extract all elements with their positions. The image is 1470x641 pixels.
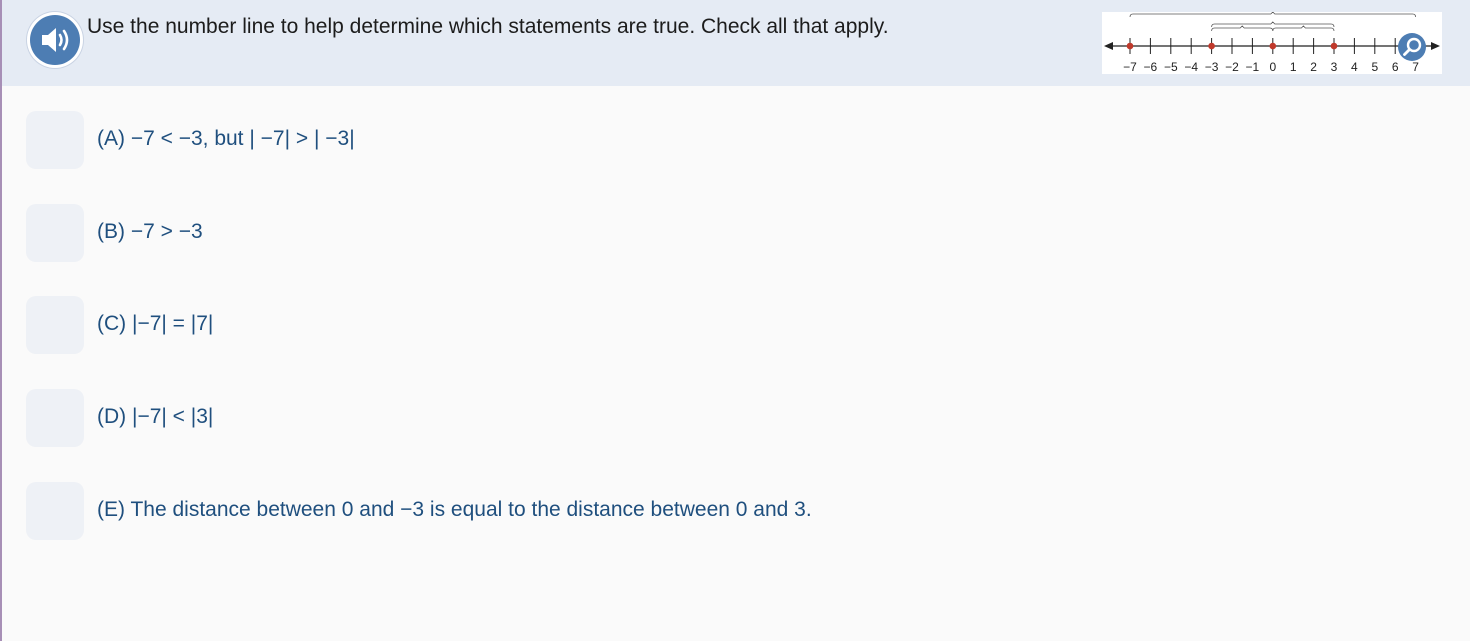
tick-label: −3	[1205, 60, 1219, 74]
tick-label: −2	[1225, 60, 1239, 74]
left-arrow-icon	[1104, 42, 1113, 50]
magnifier-icon	[1403, 37, 1422, 56]
tick-label: −1	[1246, 60, 1260, 74]
distance-bracket	[1129, 12, 1416, 18]
option-b-checkbox[interactable]	[26, 204, 84, 262]
option-b[interactable]: (B) −7 > −3	[26, 204, 926, 262]
tick-label: 7	[1412, 60, 1419, 74]
option-d[interactable]: (D) |−7| < |3|	[26, 389, 926, 447]
distance-bracket	[1272, 25, 1335, 32]
option-d-label: (D) |−7| < |3|	[97, 405, 214, 428]
tick-label: −6	[1144, 60, 1158, 74]
option-e-label: (E) The distance between 0 and −3 is equ…	[97, 498, 812, 521]
distance-bracket	[1211, 25, 1274, 32]
tick-label: −4	[1184, 60, 1198, 74]
number-line-figure: −7 −6 −5 −4 −3 −2 −1 0 1 2 3 4 5 6 7	[1104, 12, 1440, 74]
speaker-icon	[42, 28, 69, 52]
option-c-label: (C) |−7| = |7|	[97, 312, 214, 335]
option-e-checkbox[interactable]	[26, 482, 84, 540]
marked-point	[1126, 42, 1134, 50]
tick-label: 0	[1269, 60, 1276, 74]
question-text: Use the number line to help determine wh…	[87, 15, 889, 38]
option-d-checkbox[interactable]	[26, 389, 84, 447]
tick-label: 4	[1351, 60, 1358, 74]
left-edge-bar	[0, 0, 2, 641]
option-b-label: (B) −7 > −3	[97, 220, 203, 243]
marked-point	[1330, 42, 1338, 50]
option-a[interactable]: (A) −7 < −3, but | −7| > | −3|	[26, 111, 926, 169]
right-arrow-icon	[1431, 42, 1440, 50]
tick-label: 3	[1331, 60, 1338, 74]
option-c[interactable]: (C) |−7| = |7|	[26, 296, 926, 354]
tick-label: 2	[1310, 60, 1317, 74]
number-line-image[interactable]: −7 −6 −5 −4 −3 −2 −1 0 1 2 3 4 5 6 7	[1102, 12, 1442, 74]
tick-label: 6	[1392, 60, 1399, 74]
zoom-button[interactable]	[1398, 33, 1426, 61]
marked-point	[1269, 42, 1277, 50]
distance-bracket	[1211, 21, 1335, 28]
option-e[interactable]: (E) The distance between 0 and −3 is equ…	[26, 482, 926, 540]
tick-label: 1	[1290, 60, 1297, 74]
audio-button[interactable]	[27, 12, 83, 68]
tick-label: −7	[1123, 60, 1137, 74]
option-a-checkbox[interactable]	[26, 111, 84, 169]
option-c-checkbox[interactable]	[26, 296, 84, 354]
tick-label: −5	[1164, 60, 1178, 74]
option-a-label: (A) −7 < −3, but | −7| > | −3|	[97, 127, 355, 150]
tick-label: 5	[1371, 60, 1378, 74]
question-header: Use the number line to help determine wh…	[2, 0, 1470, 86]
marked-point	[1208, 42, 1215, 50]
